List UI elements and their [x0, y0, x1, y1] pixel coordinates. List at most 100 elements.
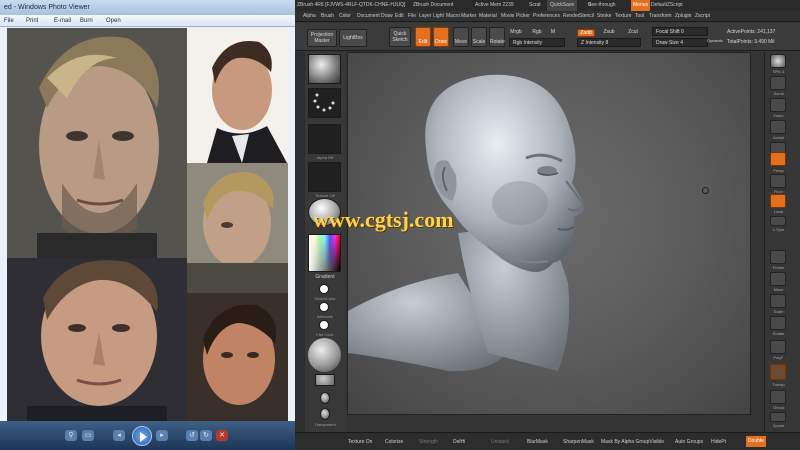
colorize-button[interactable]: Colorize	[385, 433, 403, 450]
menu-color[interactable]: Color	[339, 11, 351, 22]
dynamic-toggle[interactable]: Dynamic	[707, 38, 723, 44]
floor-icon[interactable]	[770, 174, 786, 188]
alternate-label: Alternate	[316, 314, 333, 319]
menu-burn[interactable]: Burn	[80, 15, 93, 27]
scale-icon[interactable]	[770, 294, 786, 308]
sphere-small-2[interactable]	[320, 408, 330, 420]
menu-brush[interactable]: Brush	[321, 11, 334, 22]
menu-preferences[interactable]: Preferences	[533, 11, 560, 22]
zoom-icon[interactable]	[770, 98, 786, 112]
rgb-toggle[interactable]: Rgb	[531, 29, 543, 35]
lightbox-button[interactable]: LightBox	[339, 29, 367, 47]
unstack-button[interactable]: Unstack	[491, 433, 509, 450]
zsub-toggle[interactable]: Zsub	[601, 29, 617, 35]
delete-icon[interactable]: ✕	[216, 430, 228, 441]
alpha-thumbnail[interactable]	[308, 124, 341, 154]
m-toggle[interactable]: M	[549, 29, 557, 35]
rgb-intensity-slider[interactable]: Rgb Intensity	[509, 38, 565, 47]
strength-slider[interactable]: Strength	[419, 433, 438, 450]
mrgb-toggle[interactable]: Mrgb	[509, 29, 523, 35]
transp-icon[interactable]	[770, 364, 786, 380]
lsym-icon[interactable]	[770, 216, 786, 226]
next-icon[interactable]: ▸	[156, 430, 168, 441]
brush-thumbnail[interactable]	[308, 54, 341, 84]
secondary-color-swatch[interactable]	[319, 302, 329, 312]
actual-icon[interactable]	[770, 120, 786, 134]
stroke-thumbnail[interactable]	[308, 88, 341, 118]
slideshow-play-icon[interactable]	[132, 426, 152, 446]
zcut-toggle[interactable]: Zcut	[625, 29, 641, 35]
hidept-button[interactable]: HidePt	[711, 433, 726, 450]
auto-groups-button[interactable]: Auto Groups	[675, 433, 703, 450]
menu-print[interactable]: Print	[26, 15, 38, 27]
quicksave-button[interactable]: QuickSave	[547, 0, 578, 11]
material-sphere[interactable]	[308, 338, 341, 372]
scale-button[interactable]: Scale	[471, 27, 487, 47]
default-zscript-button[interactable]: DefaultZScript	[651, 0, 683, 11]
draw-size-slider[interactable]: Draw Size 4	[652, 38, 708, 47]
color-picker[interactable]	[308, 234, 341, 272]
rotate-right-icon[interactable]: ↻	[200, 430, 212, 441]
menu-render[interactable]: Render	[563, 11, 579, 22]
menu-material[interactable]: Material	[479, 11, 497, 22]
quick-sketch-button[interactable]: Quick Sketch	[389, 27, 411, 47]
rotate-icon[interactable]	[770, 316, 786, 330]
mask-by-alpha-button[interactable]: Mask By Alpha GroupVisible	[601, 433, 664, 450]
main-color-swatch[interactable]	[319, 284, 329, 294]
rotate-left-icon[interactable]: ↺	[186, 430, 198, 441]
texture-on-button[interactable]: Texture On	[348, 433, 372, 450]
menu-movie[interactable]: Movie	[501, 11, 514, 22]
zbrush-viewport[interactable]	[347, 52, 751, 415]
sharpenmask-button[interactable]: SharpenMask	[563, 433, 594, 450]
menu-picker[interactable]: Picker	[516, 11, 530, 22]
zadd-toggle[interactable]: Zadd	[577, 29, 595, 37]
matcap-thumbnail[interactable]	[315, 374, 335, 386]
menu-macro[interactable]: Macro	[446, 11, 460, 22]
persp-icon[interactable]	[770, 152, 786, 166]
transparent-label: Transparent	[314, 422, 336, 427]
menu-tool[interactable]: Tool	[635, 11, 644, 22]
menu-file[interactable]: File	[4, 15, 14, 27]
menu-edit[interactable]: Edit	[395, 11, 404, 22]
menu-light[interactable]: Light	[433, 11, 444, 22]
menu-marker[interactable]: Marker	[461, 11, 477, 22]
local-icon[interactable]	[770, 194, 786, 208]
menu-stroke[interactable]: Stroke	[597, 11, 611, 22]
move-icon[interactable]	[770, 272, 786, 286]
scroll-icon[interactable]	[770, 76, 786, 90]
menu-transform[interactable]: Transform	[649, 11, 672, 22]
flat-color-swatch[interactable]	[319, 320, 329, 330]
menu-texture[interactable]: Texture	[615, 11, 631, 22]
double-button[interactable]: Double	[746, 436, 766, 447]
menu-layer[interactable]: Layer	[419, 11, 432, 22]
edit-button[interactable]: Edit	[415, 27, 431, 47]
move-button[interactable]: Move	[453, 27, 469, 47]
menu-file[interactable]: File	[408, 11, 416, 22]
menu-zplugin[interactable]: Zplugin	[675, 11, 691, 22]
actual-size-icon[interactable]: ▭	[82, 430, 94, 441]
menu-stencil[interactable]: Stencil	[579, 11, 594, 22]
menu-document[interactable]: Document	[357, 11, 380, 22]
draw-button[interactable]: Draw	[433, 27, 449, 47]
menu-open[interactable]: Open	[106, 15, 121, 27]
zoom-icon[interactable]: ⚲	[65, 430, 77, 441]
subtool-thumbnail-icon[interactable]	[770, 54, 786, 68]
menus-button[interactable]: Menus	[631, 0, 651, 11]
menu-zscript[interactable]: Zscript	[695, 11, 710, 22]
menu-alpha[interactable]: Alpha	[303, 11, 316, 22]
z-intensity-slider[interactable]: Z Intensity 8	[577, 38, 641, 47]
menu-draw[interactable]: Draw	[381, 11, 393, 22]
rotate-button[interactable]: Rotate	[489, 27, 505, 47]
delhi-button[interactable]: DelHi	[453, 433, 465, 450]
previous-icon[interactable]: ◂	[113, 430, 125, 441]
ghost-icon[interactable]	[770, 390, 786, 404]
focal-shift-slider[interactable]: Focal Shift 0	[652, 27, 708, 36]
sphere-small-1[interactable]	[320, 392, 330, 404]
frame-icon[interactable]	[770, 250, 786, 264]
texture-thumbnail[interactable]	[308, 162, 341, 192]
projection-master-button[interactable]: Projection Master	[307, 29, 337, 47]
blurmask-button[interactable]: BlurMask	[527, 433, 548, 450]
xpose-icon[interactable]	[770, 412, 786, 422]
menu-email[interactable]: E-mail	[54, 15, 71, 27]
polyf-icon[interactable]	[770, 340, 786, 354]
